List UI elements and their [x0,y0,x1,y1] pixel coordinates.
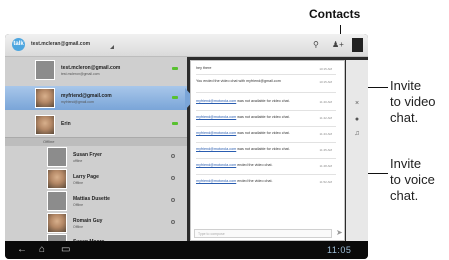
chat-message: myfriend@motorola.com ended the video ch… [196,179,273,183]
chat-message: myfriend@motorola.com was not available … [196,99,290,103]
message-timestamp: 10:15 AM [319,80,332,84]
avatar [47,147,67,167]
presence-offline-icon [171,154,175,158]
presence-video-icon [172,67,178,70]
divider [196,174,336,175]
presence-offline-icon [171,176,175,180]
contact-status-text: offline [73,159,83,163]
contact-link[interactable]: myfriend@motorola.com [196,163,236,167]
contact-name: Erin [61,121,71,127]
presence-offline-icon [171,198,175,202]
presence-video-icon [172,96,178,99]
divider [196,126,336,127]
avatar [35,115,55,135]
invite-video-callout: Invite to video chat. [390,78,436,125]
divider [196,158,336,159]
voice-chat-button[interactable]: ♫ [351,128,363,140]
video-chat-button[interactable]: ● [351,114,363,126]
chat-message: myfriend@motorola.com was not available … [196,131,290,135]
divider [196,142,336,143]
contact-status-text: myfriend@gmail.com [61,100,94,104]
talk-logo-icon: talk [12,38,25,51]
status-clock: 11:05 [327,245,352,255]
contact-name: test.mcleron@gmail.com [61,65,121,71]
contacts-callout: Contacts [309,7,361,21]
contact-row[interactable]: test.mcleron@gmail.com test.mcleron@gmai… [5,59,187,81]
divider [196,110,336,111]
contact-name: Romain Guy [73,218,103,224]
contact-name: myfriend@gmail.com [61,93,112,99]
system-nav-bar: ← ⌂ ▭ 11:05 [5,241,368,259]
contact-row-selected[interactable]: myfriend@gmail.com myfriend@gmail.com [5,86,187,110]
message-timestamp: 11:52 AM [319,180,332,184]
home-icon[interactable]: ⌂ [39,244,45,255]
contact-row[interactable]: Romain Guy Offline [5,212,187,234]
contact-name: Mattias Dusette [73,196,110,202]
contact-row[interactable]: Mattias Dusette Offline [5,190,187,212]
message-timestamp: 11:42 AM [319,116,332,120]
offline-section-header: Offline [5,137,187,146]
chat-pane: hey there 10:15 AM You ended the video c… [190,60,345,241]
message-timestamp: 10:15 AM [319,67,332,71]
send-icon[interactable]: ➤ [336,228,343,237]
avatar [35,60,55,80]
chat-message: myfriend@motorola.com ended the video ch… [196,163,273,167]
account-dropdown-icon[interactable] [110,45,114,49]
contact-status-text: test.mcleron@gmail.com [61,72,100,76]
message-timestamp: 11:45 AM [319,148,332,152]
message-timestamp: 11:48 AM [319,164,332,168]
message-timestamp: 11:40 AM [319,100,332,104]
invite-voice-callout: Invite to voice chat. [390,156,435,203]
contact-name: Larry Page [73,174,99,180]
recent-apps-icon[interactable]: ▭ [61,244,70,255]
avatar [47,213,67,233]
contact-link[interactable]: myfriend@motorola.com [196,179,236,183]
contact-status-text: Offline [73,203,84,207]
contact-status-text: Offline [73,225,84,229]
contact-row[interactable]: Larry Page Offline [5,168,187,190]
account-selector[interactable]: test.mcleran@gmail.com [31,41,90,47]
divider [196,92,336,93]
contact-link[interactable]: myfriend@motorola.com [196,99,236,103]
avatar [35,88,55,108]
contact-link[interactable]: myfriend@motorola.com [196,115,236,119]
tablet-screen: talk test.mcleran@gmail.com ⚲ ♟+ test.mc… [5,34,368,259]
contact-status-text: Offline [73,181,84,185]
chat-message: myfriend@motorola.com was not available … [196,115,290,119]
presence-video-icon [172,122,178,125]
back-icon[interactable]: ← [17,244,27,255]
top-bar: talk test.mcleran@gmail.com ⚲ ♟+ [5,34,368,57]
chat-action-strip: × ● ♫ [346,60,368,241]
contact-name: Susan Fryer [73,152,102,158]
contact-row[interactable]: Erin [5,114,187,136]
message-timestamp: 11:43 AM [319,132,332,136]
presence-offline-icon [171,220,175,224]
menu-icon[interactable] [352,38,363,52]
chat-message: You ended the video chat with myfriend@g… [196,79,281,83]
contact-list: test.mcleron@gmail.com test.mcleron@gmai… [5,57,187,254]
divider [196,74,336,75]
chat-message: hey there [196,66,212,70]
avatar [47,169,67,189]
search-icon[interactable]: ⚲ [313,40,319,49]
add-contact-icon[interactable]: ♟+ [332,40,344,49]
compose-input[interactable]: Type to compose [194,229,332,238]
contact-row[interactable]: Susan Fryer offline [5,146,187,168]
contact-link[interactable]: myfriend@motorola.com [196,147,236,151]
avatar [47,191,67,211]
chat-message: myfriend@motorola.com was not available … [196,147,290,151]
contact-link[interactable]: myfriend@motorola.com [196,131,236,135]
close-chat-icon[interactable]: × [351,98,363,110]
